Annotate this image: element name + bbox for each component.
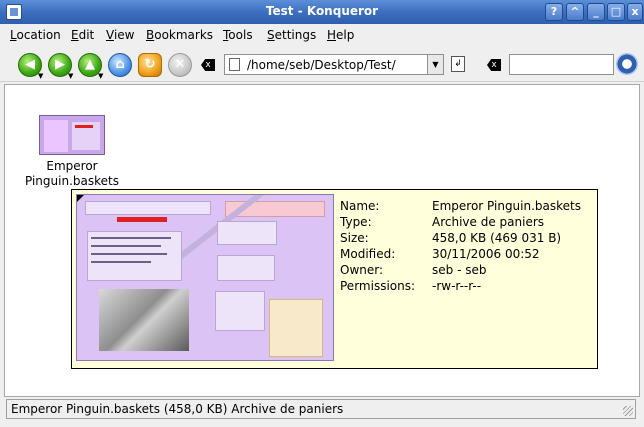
- menu-bookmarks[interactable]: Bookmarks: [146, 28, 213, 42]
- file-name-label[interactable]: Emperor Pinguin.baskets: [15, 159, 129, 189]
- file-view[interactable]: Emperor Pinguin.baskets Name: Emperor Pin…: [4, 84, 640, 397]
- home-icon[interactable]: ⌂: [108, 53, 132, 77]
- kde-activity-icon: [616, 53, 638, 75]
- menu-tools[interactable]: Tools: [223, 28, 253, 42]
- menu-bar: Location Edit View Bookmarks Tools Setti…: [0, 24, 644, 48]
- forward-history-arrow-icon[interactable]: ▼: [68, 72, 73, 80]
- penguin-photo: [99, 289, 189, 351]
- stop-icon[interactable]: ✕: [168, 53, 192, 77]
- help-window-button[interactable]: ?: [545, 3, 563, 21]
- title-bar[interactable]: Test - Konqueror ? ^ _ □ x: [0, 0, 644, 24]
- menu-settings[interactable]: Settings: [267, 28, 316, 42]
- maximize-window-button[interactable]: □: [607, 3, 625, 21]
- page-icon: [229, 58, 240, 71]
- back-history-arrow-icon[interactable]: ▼: [38, 72, 43, 80]
- menu-edit[interactable]: Edit: [71, 28, 94, 42]
- up-history-arrow-icon[interactable]: ▼: [98, 72, 103, 80]
- address-bar[interactable]: /home/seb/Desktop/Test/ ▼: [224, 54, 444, 75]
- file-preview-image: [76, 194, 334, 361]
- menu-view[interactable]: View: [106, 28, 134, 42]
- go-icon[interactable]: ↲: [451, 56, 465, 72]
- address-input[interactable]: /home/seb/Desktop/Test/: [247, 58, 396, 72]
- reload-icon[interactable]: ↻: [138, 53, 162, 77]
- file-tooltip: Name: Emperor Pinguin.baskets Type: Archiv…: [71, 189, 598, 369]
- close-window-button[interactable]: x: [627, 3, 643, 21]
- search-input[interactable]: [509, 54, 614, 75]
- resize-grip-icon[interactable]: [623, 406, 633, 416]
- menu-location[interactable]: Location: [10, 28, 61, 42]
- basket-image: [269, 299, 323, 357]
- file-thumbnail[interactable]: [39, 115, 105, 155]
- menu-help[interactable]: Help: [327, 28, 354, 42]
- shade-window-button[interactable]: ^: [566, 3, 584, 21]
- clear-location-icon[interactable]: x: [201, 59, 215, 71]
- status-bar: Emperor Pinguin.baskets (458,0 KB) Archi…: [6, 399, 636, 419]
- status-text: Emperor Pinguin.baskets (458,0 KB) Archi…: [11, 402, 344, 416]
- address-dropdown-icon[interactable]: ▼: [427, 55, 443, 74]
- minimize-window-button[interactable]: _: [587, 3, 605, 21]
